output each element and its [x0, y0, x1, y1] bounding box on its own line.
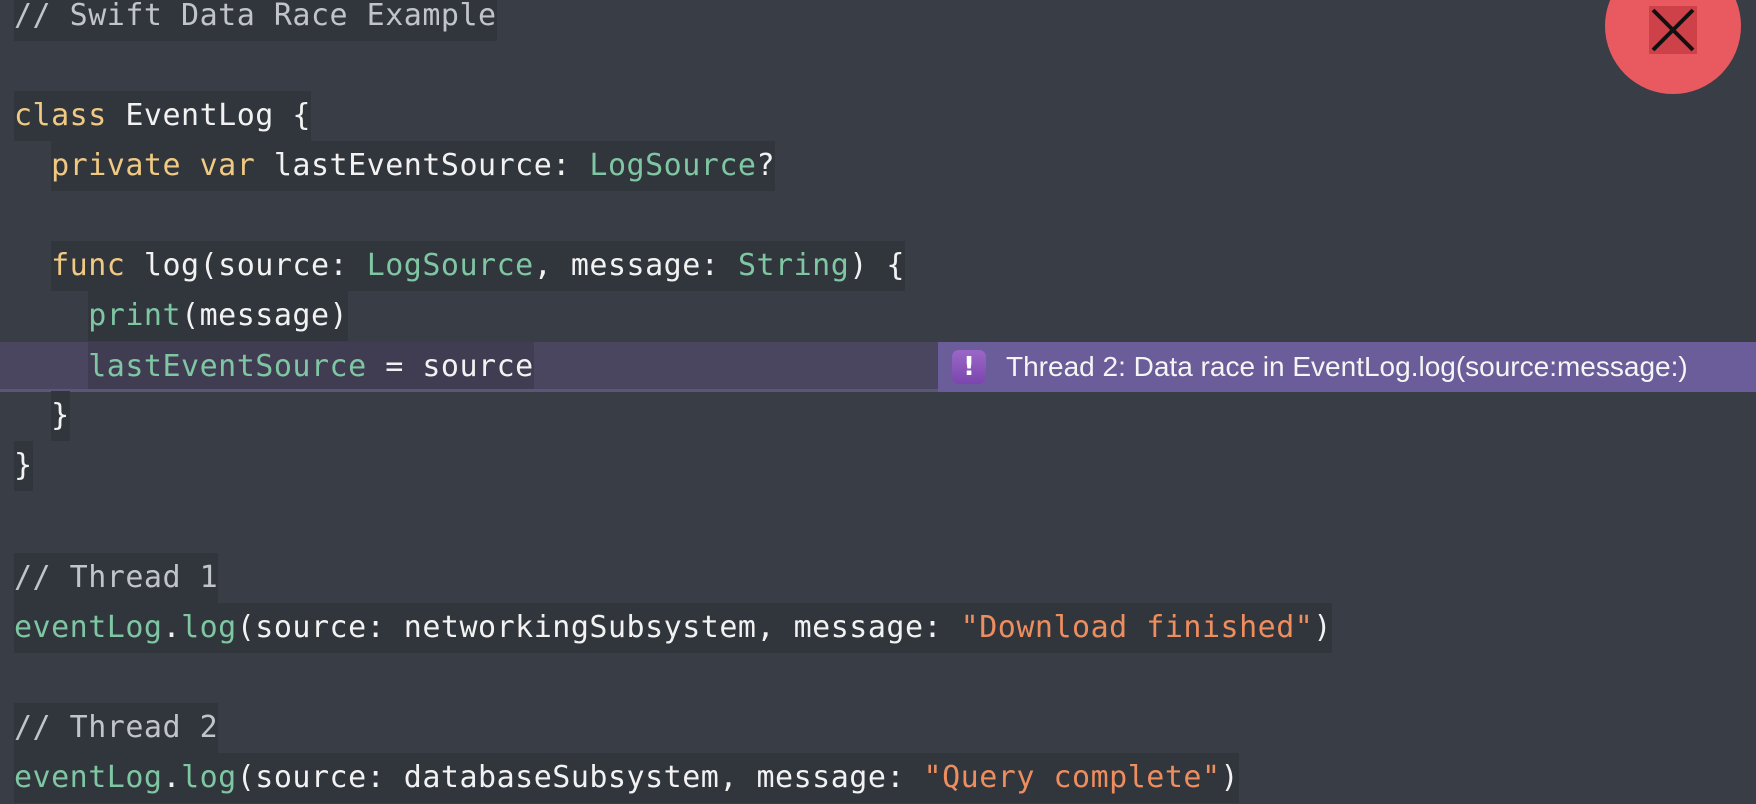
code-editor[interactable]: // Swift Data Race Example class EventLo…: [0, 0, 1756, 804]
code-line-15[interactable]: // Thread 2: [0, 703, 1756, 753]
code-line-9[interactable]: }: [0, 391, 1756, 441]
code-text: class EventLog {: [14, 91, 311, 141]
code-token-plain: , message:: [533, 248, 738, 283]
code-token-plain: ): [1220, 760, 1240, 795]
code-text: private var lastEventSource: LogSource?: [51, 141, 776, 191]
code-token-plain: (source: databaseSubsystem, message:: [236, 760, 924, 795]
code-token-ident: print: [88, 298, 182, 333]
code-text: // Thread 1: [14, 553, 219, 603]
code-token-plain: .: [162, 760, 182, 795]
code-token-ident: log: [181, 610, 237, 645]
code-line-6[interactable]: func log(source: LogSource, message: Str…: [0, 241, 1756, 291]
code-text: eventLog.log(source: networkingSubsystem…: [14, 603, 1332, 653]
code-token-ident: eventLog: [14, 760, 163, 795]
code-line-3[interactable]: class EventLog {: [0, 91, 1756, 141]
code-line-1[interactable]: // Swift Data Race Example: [0, 0, 1756, 41]
code-line-12[interactable]: // Thread 1: [0, 553, 1756, 603]
code-token-plain: ): [1313, 610, 1332, 645]
code-line-5[interactable]: [0, 191, 1756, 241]
code-token-plain: }: [14, 448, 33, 483]
code-line-2[interactable]: [0, 41, 1756, 91]
code-token-keyword: var: [199, 148, 256, 183]
code-token-keyword: func: [51, 248, 126, 283]
code-line-14[interactable]: [0, 653, 1756, 703]
code-token-type: LogSource: [366, 248, 534, 283]
close-icon: [1649, 6, 1697, 54]
code-text: }: [14, 441, 33, 491]
code-token-plain: ) {: [849, 248, 905, 283]
code-token-type: String: [737, 248, 850, 283]
code-token-plain: ?: [756, 148, 776, 183]
code-line-10[interactable]: }: [0, 441, 1756, 491]
code-token-comment: // Swift Data Race Example: [14, 0, 497, 33]
code-token-ident: lastEventSource: [88, 349, 367, 384]
code-text: print(message): [88, 291, 349, 341]
code-token-ident: log: [181, 760, 237, 795]
code-line-7[interactable]: print(message): [0, 291, 1756, 341]
code-text: }: [51, 391, 70, 441]
code-text: eventLog.log(source: databaseSubsystem, …: [14, 753, 1240, 803]
code-token-plain: }: [51, 398, 70, 433]
code-token-type: LogSource: [589, 148, 757, 183]
code-line-4[interactable]: private var lastEventSource: LogSource?: [0, 141, 1756, 191]
code-token-keyword: private: [51, 148, 182, 183]
code-line-11[interactable]: [0, 491, 1756, 541]
code-token-plain: .: [162, 610, 182, 645]
code-line-16[interactable]: eventLog.log(source: databaseSubsystem, …: [0, 753, 1756, 803]
code-token-comment: // Thread 1: [14, 560, 219, 595]
code-token-plain: (message): [181, 298, 349, 333]
code-token-plain: (source: networkingSubsystem, message:: [236, 610, 961, 645]
code-token-ident: eventLog: [14, 610, 163, 645]
code-token-string: "Download finished": [960, 610, 1314, 645]
code-token-comment: // Thread 2: [14, 710, 219, 745]
code-token-plain: EventLog {: [106, 98, 311, 133]
code-line-13[interactable]: eventLog.log(source: networkingSubsystem…: [0, 603, 1756, 653]
code-token-plain: log(source:: [125, 248, 367, 283]
code-token-plain: = source: [366, 349, 534, 384]
code-token-string: "Query complete": [923, 760, 1221, 795]
exclamation-icon: !: [952, 350, 986, 384]
issue-banner[interactable]: ! Thread 2: Data race in EventLog.log(so…: [938, 342, 1756, 392]
code-token-keyword: class: [14, 98, 107, 133]
code-text: lastEventSource = source: [88, 342, 534, 392]
issue-message: Thread 2: Data race in EventLog.log(sour…: [1006, 351, 1688, 382]
code-token-plain: lastEventSource:: [255, 148, 590, 183]
code-text: // Thread 2: [14, 703, 219, 753]
code-text: func log(source: LogSource, message: Str…: [51, 241, 905, 291]
code-text: // Swift Data Race Example: [14, 0, 497, 41]
